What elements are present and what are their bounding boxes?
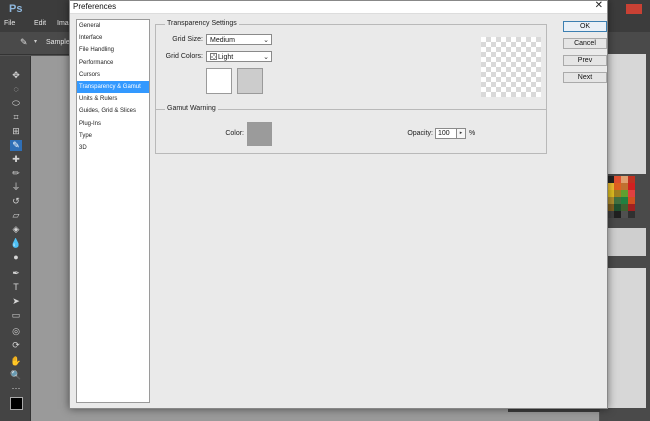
- window-close-button[interactable]: [626, 4, 642, 14]
- gamut-warning-group: Gamut Warning Color: Opacity: 100 ▸ %: [155, 105, 547, 154]
- transparency-settings-title: Transparency Settings: [165, 20, 239, 27]
- nav-item[interactable]: Transparency & Gamut: [77, 80, 149, 94]
- menu-edit[interactable]: Edit: [34, 20, 46, 27]
- zoom-tool-icon[interactable]: 🔍: [10, 370, 22, 381]
- eraser-tool-icon[interactable]: ▱: [10, 210, 22, 221]
- preferences-dialog: Preferences ✕ General Interface File Handl…: [69, 0, 608, 409]
- eyedropper-tool-icon[interactable]: ✎: [10, 140, 22, 151]
- chevron-down-icon[interactable]: ▾: [34, 38, 37, 45]
- opacity-stepper-arrow-icon[interactable]: ▸: [456, 128, 466, 139]
- history-brush-icon[interactable]: ↺: [10, 196, 22, 207]
- photoshop-logo: Ps: [9, 3, 23, 15]
- crop-tool-icon[interactable]: ⌗: [10, 112, 22, 123]
- chevron-down-icon: ⌄: [263, 37, 269, 44]
- grid-size-select[interactable]: Medium ⌄: [206, 34, 272, 45]
- ok-button[interactable]: OK: [563, 21, 607, 32]
- nav-item[interactable]: Type: [77, 130, 149, 142]
- swatches-grid: [607, 176, 635, 226]
- dialog-titlebar: Preferences ✕: [70, 0, 607, 14]
- dialog-body: General Interface File Handling Performance…: [70, 14, 607, 408]
- tools-panel: ✥ ◌ ⬭ ⌗ ⊞ ✎ ✚ ✏ ⏚ ↺ ▱ ◈ 💧 ● ✒ T ➤ ▭ ◎ ⟳ …: [0, 56, 31, 421]
- pen-tool-icon[interactable]: ✒: [10, 268, 22, 279]
- nav-item[interactable]: 3D: [77, 142, 149, 154]
- dialog-title: Preferences: [73, 2, 117, 11]
- path-select-icon[interactable]: ➤: [10, 296, 22, 307]
- cancel-button[interactable]: Cancel: [563, 38, 607, 49]
- transparency-settings-group: Transparency Settings Grid Size: Medium …: [155, 20, 547, 110]
- crop2-tool-icon[interactable]: ⊞: [10, 126, 22, 137]
- panel-swatches-footer: [604, 228, 646, 256]
- preferences-nav-list: General Interface File Handling Performance…: [76, 19, 150, 403]
- sample-label: Sample: [46, 39, 70, 46]
- checkerboard-icon: [210, 53, 217, 60]
- quick-select-icon[interactable]: ⬭: [10, 98, 22, 109]
- grid-colors-select[interactable]: Light ⌄: [206, 51, 272, 62]
- 3d-camera-icon[interactable]: ⟳: [10, 340, 22, 351]
- grid-colors-label: Grid Colors:: [165, 53, 203, 60]
- nav-item[interactable]: General: [77, 20, 149, 32]
- move-tool-icon[interactable]: ✥: [10, 70, 22, 81]
- brush-tool-icon[interactable]: ✏: [10, 168, 22, 179]
- nav-item[interactable]: Plug-Ins: [77, 118, 149, 130]
- grid-color-swatch-1[interactable]: [206, 68, 232, 94]
- gamut-warning-title: Gamut Warning: [165, 105, 218, 112]
- type-tool-icon[interactable]: T: [10, 282, 22, 293]
- chevron-down-icon: ⌄: [263, 54, 269, 61]
- hand-tool-icon[interactable]: ✋: [10, 356, 22, 367]
- grid-colors-value: Light: [218, 54, 234, 61]
- more-tools-icon[interactable]: ⋯: [10, 383, 22, 394]
- opacity-label: Opacity:: [407, 130, 433, 137]
- opacity-unit: %: [469, 130, 476, 137]
- grid-size-label: Grid Size:: [172, 36, 203, 43]
- lasso-tool-icon[interactable]: ◌: [10, 84, 22, 95]
- eyedropper-icon[interactable]: ✎: [20, 37, 30, 47]
- blur-tool-icon[interactable]: 💧: [10, 238, 22, 249]
- transparency-preview: [481, 37, 541, 97]
- panel-color: [604, 54, 646, 174]
- gamut-color-swatch[interactable]: [247, 122, 272, 146]
- stamp-tool-icon[interactable]: ⏚: [10, 182, 22, 193]
- nav-item[interactable]: File Handling: [77, 44, 149, 56]
- bucket-tool-icon[interactable]: ◈: [10, 224, 22, 235]
- nav-item[interactable]: Performance: [77, 57, 149, 69]
- next-button[interactable]: Next: [563, 72, 607, 83]
- healing-tool-icon[interactable]: ✚: [10, 154, 22, 165]
- nav-item[interactable]: Guides, Grid & Slices: [77, 105, 149, 117]
- prev-button[interactable]: Prev: [563, 55, 607, 66]
- menu-image[interactable]: Ima: [57, 20, 69, 27]
- shape-tool-icon[interactable]: ▭: [10, 310, 22, 321]
- dodge-tool-icon[interactable]: ●: [10, 252, 22, 263]
- close-icon[interactable]: ✕: [595, 0, 603, 11]
- nav-item[interactable]: Interface: [77, 32, 149, 44]
- grid-size-value: Medium: [210, 37, 235, 44]
- nav-item[interactable]: Units & Rulers: [77, 93, 149, 105]
- gamut-color-label: Color:: [225, 130, 244, 137]
- panel-brushes: [604, 268, 646, 408]
- grid-color-swatch-2[interactable]: [237, 68, 263, 94]
- nav-item[interactable]: Cursors: [77, 69, 149, 81]
- opacity-input[interactable]: 100: [435, 128, 457, 139]
- foreground-color-swatch[interactable]: [10, 397, 23, 410]
- 3d-tool-icon[interactable]: ◎: [10, 326, 22, 337]
- menu-file[interactable]: File: [4, 20, 15, 27]
